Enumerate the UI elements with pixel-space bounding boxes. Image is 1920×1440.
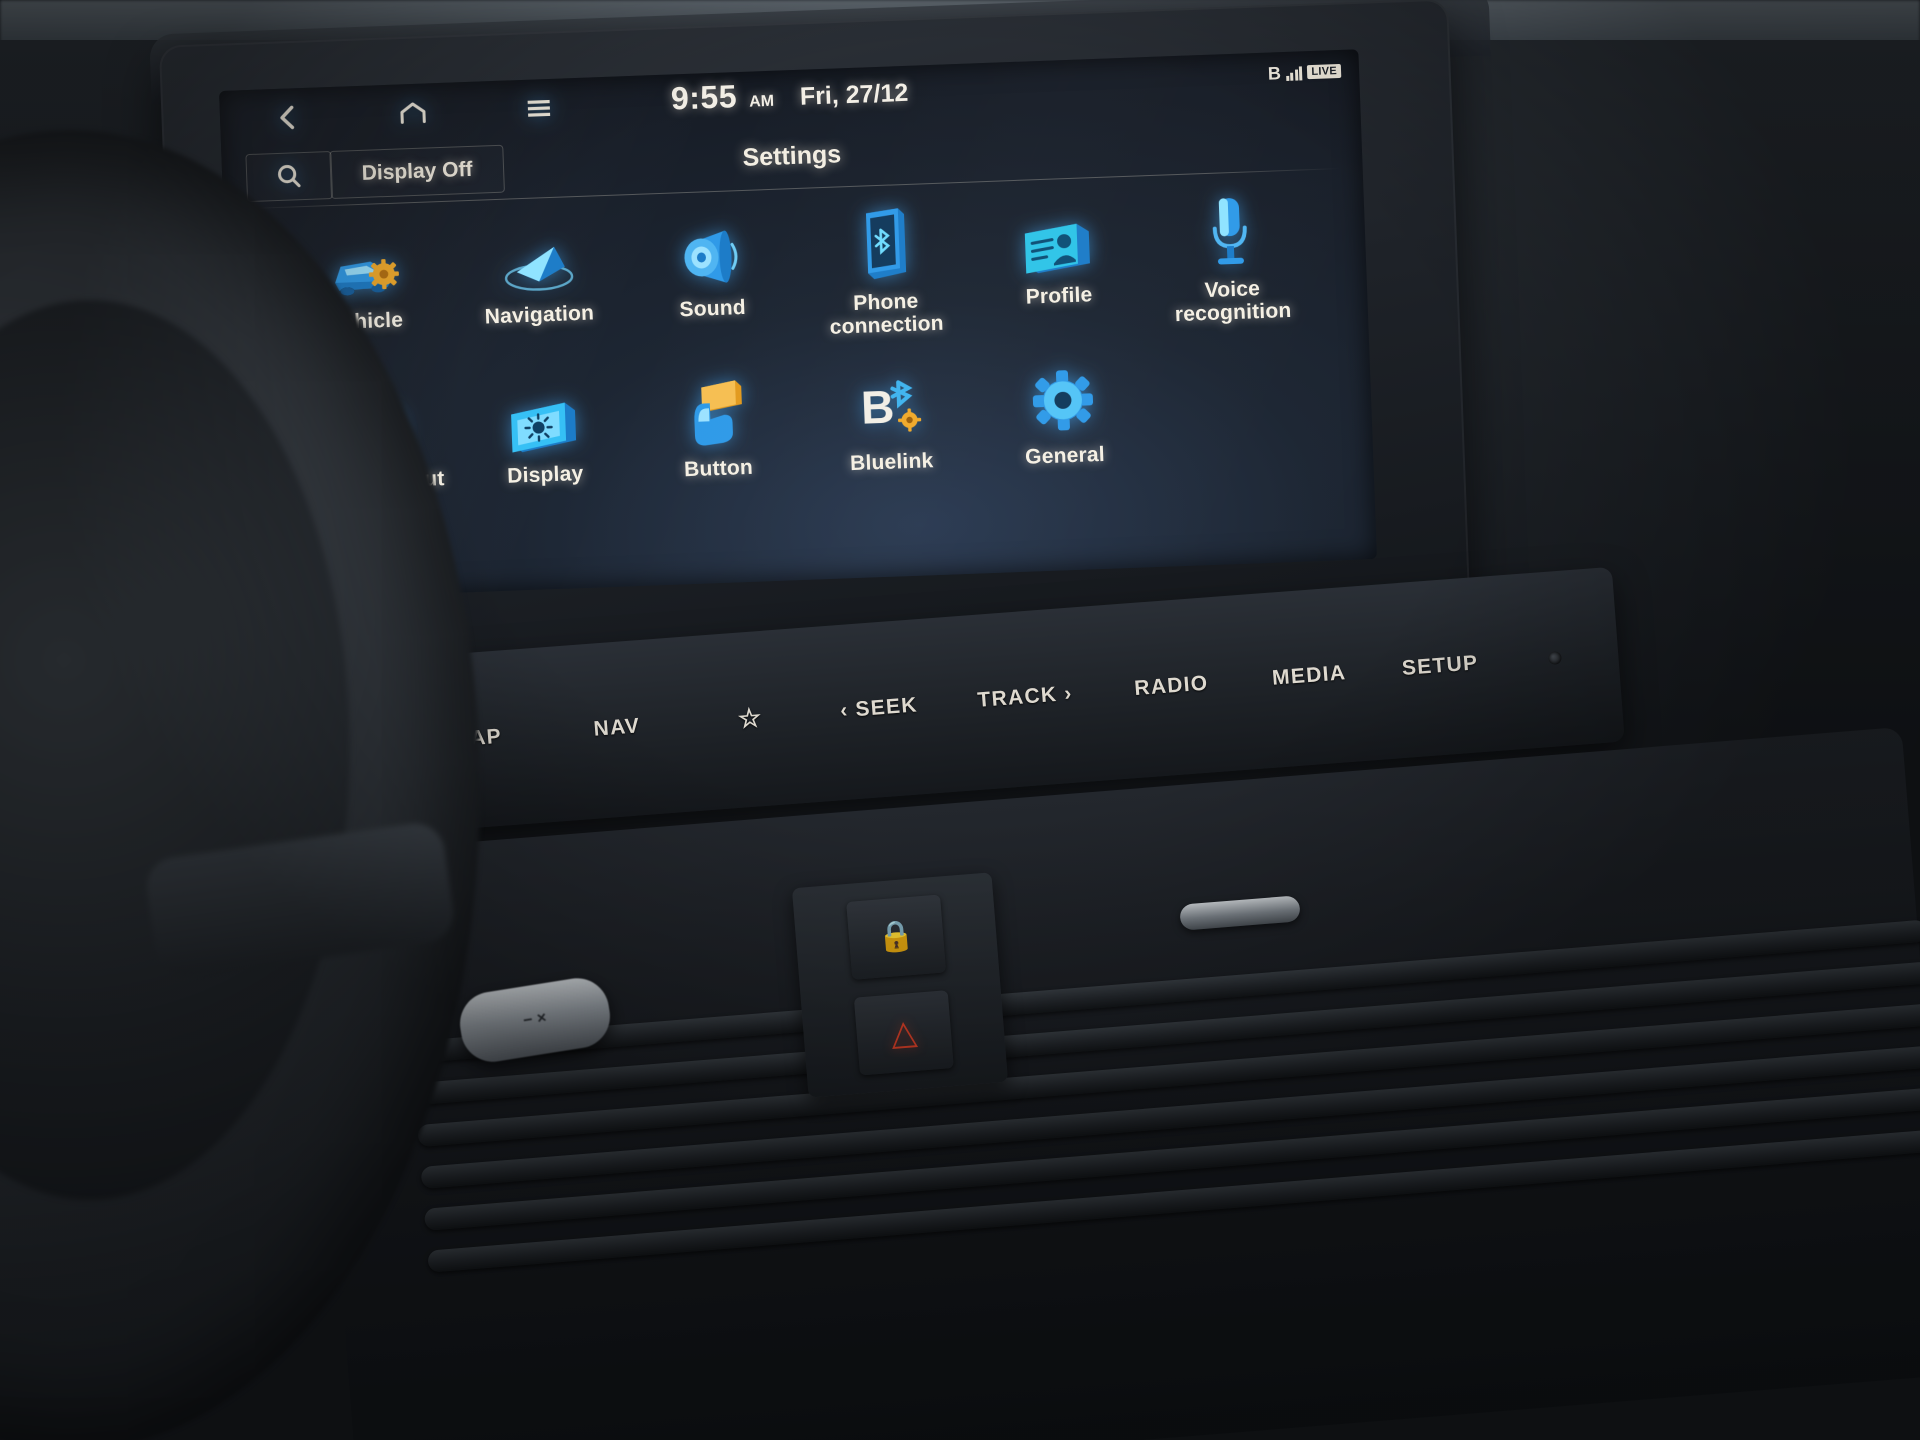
settings-item-label: Sound	[679, 295, 747, 322]
settings-item-label: Button	[683, 456, 754, 482]
hardware-button-radio[interactable]: RADIO	[1134, 672, 1210, 701]
hazard-triangle-icon: △	[889, 1012, 919, 1053]
hardware-button-media[interactable]: MEDIA	[1271, 661, 1347, 690]
settings-item-button[interactable]: Button	[628, 362, 805, 484]
track-label: TRACK	[976, 682, 1059, 712]
settings-item-label: Navigation	[484, 301, 595, 329]
settings-item-profile[interactable]: Profile	[969, 189, 1147, 334]
phone-bluetooth-icon	[851, 198, 916, 286]
settings-item-label: Profile	[1025, 283, 1093, 309]
lock-icon: 🔒	[876, 918, 917, 955]
door-lock-button[interactable]: 🔒	[846, 894, 947, 980]
clock-meridiem: AM	[748, 92, 775, 111]
chevron-right-icon: ›	[1063, 681, 1074, 706]
speaker-icon	[670, 204, 751, 293]
settings-item-display[interactable]: Display	[455, 369, 632, 491]
star-icon: ☆	[736, 702, 764, 734]
settings-item-phone-connection[interactable]: Phone connection	[795, 196, 973, 341]
hardware-button-favorite[interactable]: ☆	[736, 702, 764, 734]
bluelink-status-icon: B	[1267, 63, 1282, 84]
settings-item-label: Voice recognition	[1174, 277, 1292, 326]
profile-card-icon	[1013, 191, 1100, 280]
seek-label: SEEK	[854, 693, 919, 722]
hardware-button-nav[interactable]: NAV	[593, 714, 641, 741]
center-control-panel: 🔒 △	[791, 872, 1009, 1098]
hardware-button-setup[interactable]: SETUP	[1401, 651, 1479, 681]
settings-grid: Vehicle Navigation Sound Phone connectio…	[276, 183, 1325, 497]
clock-time: 9:55	[670, 78, 738, 117]
settings-item-bluelink[interactable]: B Bluelink	[801, 356, 978, 478]
gear-icon	[1025, 351, 1100, 440]
settings-item-label: Display	[506, 462, 584, 489]
microphone-icon	[1202, 185, 1259, 273]
current-date: Fri, 27/12	[799, 78, 909, 111]
settings-item-label: Bluelink	[849, 449, 934, 476]
settings-item-voice-recognition[interactable]: Voice recognition	[1142, 183, 1320, 328]
settings-item-sound[interactable]: Sound	[622, 202, 800, 347]
chevron-left-icon: ‹	[839, 698, 850, 723]
infotainment-screenshot: 9:55 AM Fri, 27/12 B LIVE Display Off Se…	[0, 0, 1920, 1440]
hardware-button-seek[interactable]: ‹ SEEK	[839, 693, 918, 723]
hazard-lights-button[interactable]: △	[853, 990, 954, 1076]
svg-text:B: B	[860, 381, 895, 434]
hardware-button-track[interactable]: TRACK ›	[977, 682, 1074, 713]
settings-item-label: General	[1024, 443, 1106, 470]
settings-item-general[interactable]: General	[975, 350, 1152, 472]
settings-item-navigation[interactable]: Navigation	[449, 208, 627, 353]
hand-press-button-icon	[679, 364, 754, 453]
signal-bars-icon	[1286, 65, 1303, 81]
screen-brightness-icon	[500, 370, 587, 459]
live-badge: LIVE	[1307, 63, 1342, 80]
settings-item-label: Phone connection	[829, 289, 945, 339]
navigation-arrow-icon	[493, 210, 582, 299]
light-sensor-icon	[1547, 650, 1562, 665]
key-fob-glyph: − ×	[522, 1009, 548, 1030]
bluelink-gear-icon: B	[849, 358, 930, 447]
status-indicators: B LIVE	[1267, 62, 1342, 84]
